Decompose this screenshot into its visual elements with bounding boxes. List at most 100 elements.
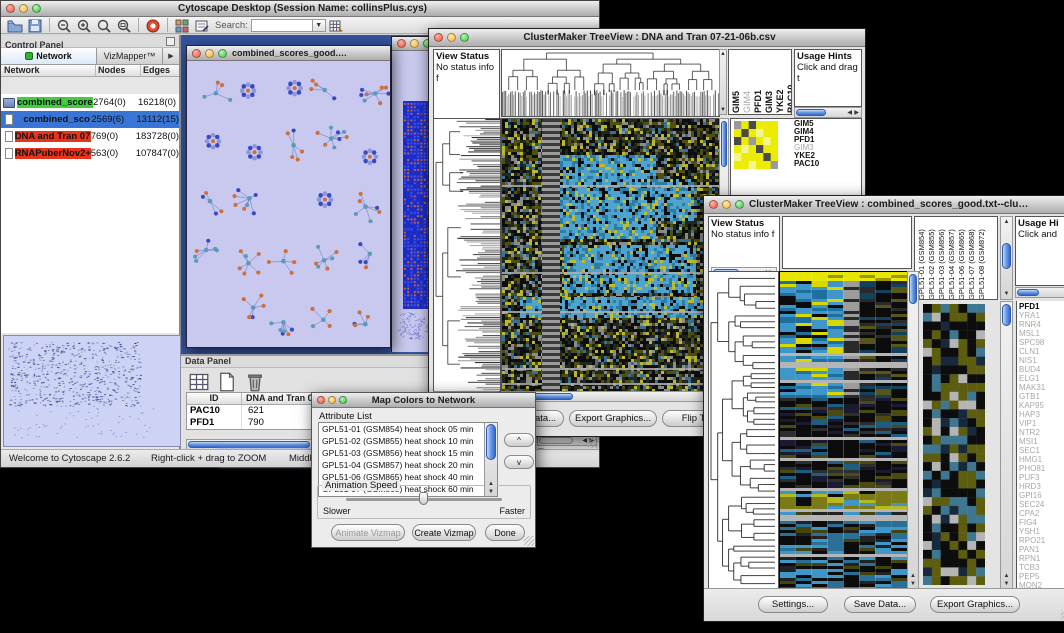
tv2-column-dendrogram[interactable] <box>782 216 912 269</box>
move-down-button[interactable]: v <box>504 455 534 469</box>
tv2-hints-hscrollbar[interactable] <box>1015 287 1064 298</box>
tv2-gene[interactable]: YSH1 <box>1019 527 1064 536</box>
tv2-genes-vscrollbar[interactable]: ▲▼ <box>1000 301 1013 589</box>
tv2-gene[interactable]: RPO21 <box>1019 536 1064 545</box>
tv1-column-label[interactable]: PAC10 <box>786 51 792 113</box>
network-list-row[interactable]: combined_scores 2764(0) 16218(0) <box>1 94 179 111</box>
new-attribute-icon[interactable] <box>217 372 237 390</box>
tv1-export-graphics-button[interactable]: Export Graphics... <box>569 410 657 427</box>
network-list-row[interactable]: combined_sco 2569(6) 13112(15) <box>1 111 179 128</box>
network-canvas[interactable] <box>187 61 390 347</box>
tv1-column-label[interactable]: YKE2 <box>775 51 785 113</box>
open-file-icon[interactable] <box>7 18 23 33</box>
tv1-column-label[interactable]: GIM5 <box>731 51 741 113</box>
col-header-network[interactable]: Network <box>1 65 96 76</box>
tab-vizmapper[interactable]: VizMapper™ <box>97 48 163 64</box>
tv2-gene[interactable]: MSI1 <box>1019 437 1064 446</box>
search-input[interactable] <box>251 19 313 32</box>
zoom-out-icon[interactable] <box>56 18 72 33</box>
tv2-column-label[interactable]: GPL51-08 (GSM872) <box>977 218 986 300</box>
attribute-table-icon[interactable] <box>189 372 209 390</box>
tv2-row-dendrogram[interactable] <box>708 271 779 591</box>
tv2-settings-button[interactable]: Settings... <box>758 596 828 613</box>
id-header[interactable]: ID <box>187 393 242 404</box>
tab-overflow-button[interactable]: ▶ <box>163 48 179 64</box>
help-lifering-icon[interactable] <box>145 18 161 33</box>
tv2-gene[interactable]: PEP5 <box>1019 572 1064 581</box>
tv2-column-label[interactable]: GPL51-06 (GSM865) <box>957 218 966 300</box>
tv2-gene[interactable]: PAN1 <box>1019 545 1064 554</box>
tv1-heatmap[interactable] <box>501 118 720 392</box>
tv2-gene[interactable]: NIS1 <box>1019 356 1064 365</box>
tv1-dendro-vscrollbar[interactable]: ▲▼ <box>719 49 727 115</box>
tv2-column-label[interactable]: GPL51-07 (GSM868) <box>967 218 976 300</box>
tv2-column-label[interactable]: GPL51-03 (GSM856) <box>937 218 946 300</box>
tv2-gene[interactable]: CLN1 <box>1019 347 1064 356</box>
tv2-column-label[interactable]: GPL51-02 (GSM855) <box>927 218 936 300</box>
tab-network[interactable]: Network <box>1 48 97 64</box>
tv2-gene[interactable]: MSL1 <box>1019 329 1064 338</box>
tv1-column-label[interactable]: GIM3 <box>764 51 774 113</box>
attribute-list-item[interactable]: GPL51-02 (GSM855) heat shock 10 min <box>322 435 497 447</box>
tv2-gene[interactable]: PFD1 <box>1019 302 1064 311</box>
tv2-gene[interactable]: YRA1 <box>1019 311 1064 320</box>
tv1-column-label[interactable]: GIM4 <box>742 51 752 113</box>
window-controls[interactable] <box>1 4 46 13</box>
import-table-icon[interactable] <box>328 18 344 33</box>
tv2-gene[interactable]: SEC1 <box>1019 446 1064 455</box>
tv2-gene[interactable]: FIG4 <box>1019 518 1064 527</box>
col-header-edges[interactable]: Edges <box>141 65 179 76</box>
speed-slider-thumb[interactable] <box>419 492 428 505</box>
zoom-selected-icon[interactable] <box>96 18 112 33</box>
tv2-gene[interactable]: HAP3 <box>1019 410 1064 419</box>
network-list-row[interactable]: RNAPuberNov2+ 563(0) 107847(0) <box>1 145 179 162</box>
vizmapper-icon[interactable] <box>174 18 190 33</box>
attribute-list-item[interactable]: GPL51-01 (GSM854) heat shock 05 min <box>322 423 497 435</box>
tv2-export-graphics-button[interactable]: Export Graphics... <box>930 596 1020 613</box>
tv2-heatmap[interactable] <box>779 271 908 591</box>
attribute-list-vscrollbar[interactable]: ▲▼ <box>484 423 497 496</box>
tv2-gene[interactable]: SPC98 <box>1019 338 1064 347</box>
zoom-fit-icon[interactable] <box>116 18 132 33</box>
tv1-row-dendrogram[interactable] <box>433 118 501 392</box>
tv1-hints-hscrollbar[interactable]: ◀▶ <box>794 107 862 118</box>
tv2-gene[interactable]: RNR4 <box>1019 320 1064 329</box>
network-list-row[interactable]: DNA and Tran 07 769(0) 183728(0) <box>1 128 179 145</box>
tv2-gene[interactable]: HRD3 <box>1019 482 1064 491</box>
tv1-column-label[interactable]: PFD1 <box>753 51 763 113</box>
create-vizmap-button[interactable]: Create Vizmap <box>412 524 476 541</box>
tv2-gene[interactable]: BUD4 <box>1019 365 1064 374</box>
attribute-list-item[interactable]: GPL51-04 (GSM857) heat shock 20 min <box>322 459 497 471</box>
tv1-column-dendrogram[interactable] <box>501 49 720 117</box>
tv2-gene[interactable]: NTR2 <box>1019 428 1064 437</box>
tv2-labels-vscrollbar[interactable]: ▲▼ <box>1000 216 1013 300</box>
animate-vizmap-button[interactable]: Animate Vizmap <box>331 524 405 541</box>
tv2-gene[interactable]: GTB1 <box>1019 392 1064 401</box>
tv2-gene[interactable]: GPI16 <box>1019 491 1064 500</box>
tv2-gene[interactable]: PUF3 <box>1019 473 1064 482</box>
tv2-gene[interactable]: CPA2 <box>1019 509 1064 518</box>
tv2-gene[interactable]: HMG1 <box>1019 455 1064 464</box>
cytoscape-titlebar[interactable]: Cytoscape Desktop (Session Name: collins… <box>1 1 599 17</box>
search-dropdown-icon[interactable]: ▼ <box>313 19 326 32</box>
zoom-in-icon[interactable] <box>76 18 92 33</box>
tv2-column-label[interactable]: GPL51-04 (GSM857) <box>947 218 956 300</box>
tv2-gene[interactable]: MAK31 <box>1019 383 1064 392</box>
tv1-summary-gene[interactable]: PAC10 <box>794 160 819 168</box>
birdseye-view[interactable] <box>3 335 181 447</box>
delete-attribute-icon[interactable] <box>245 372 265 390</box>
tv2-gene[interactable]: KAP95 <box>1019 401 1064 410</box>
tv1-summary-heatmap[interactable] <box>734 121 778 169</box>
tv2-gene[interactable]: PHO81 <box>1019 464 1064 473</box>
save-icon[interactable] <box>27 18 43 33</box>
tv2-gene[interactable]: RPN1 <box>1019 554 1064 563</box>
tv2-cluster-zoom-heatmap[interactable] <box>923 304 985 585</box>
attribute-list-item[interactable]: GPL51-03 (GSM856) heat shock 15 min <box>322 447 497 459</box>
tv2-gene[interactable]: TCB3 <box>1019 563 1064 572</box>
dialog-titlebar[interactable]: Map Colors to Network <box>312 393 535 408</box>
annotation-icon[interactable] <box>194 18 210 33</box>
float-panel-icon[interactable] <box>166 37 175 46</box>
tv2-gene[interactable]: ELG1 <box>1019 374 1064 383</box>
move-up-button[interactable]: ^ <box>504 433 534 447</box>
tv2-heatmap-vscrollbar[interactable]: ▲▼ <box>907 271 919 589</box>
